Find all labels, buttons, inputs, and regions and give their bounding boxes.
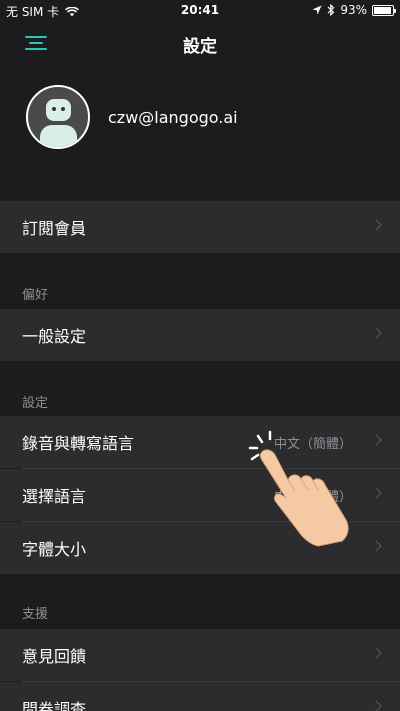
chevron-right-icon bbox=[370, 647, 382, 659]
robot-head-icon bbox=[46, 99, 71, 121]
choose-language-row[interactable]: 選擇語言 中文（簡體） bbox=[0, 469, 400, 521]
battery-level bbox=[374, 6, 391, 14]
record-language-label: 錄音與轉寫語言 bbox=[22, 434, 135, 453]
general-settings-row[interactable]: 一般設定 bbox=[0, 309, 400, 361]
subscription-label: 訂閱會員 bbox=[22, 219, 87, 238]
survey-row[interactable]: 問卷調查 bbox=[0, 682, 400, 711]
profile-email: czw@langogo.ai bbox=[108, 107, 238, 127]
battery-icon bbox=[372, 4, 396, 16]
page-title: 設定 bbox=[183, 37, 217, 57]
section-header-support: 支援 bbox=[22, 607, 49, 622]
font-size-label: 字體大小 bbox=[22, 540, 87, 559]
section-header-preferences: 偏好 bbox=[22, 288, 49, 303]
choose-language-value: 中文（簡體） bbox=[273, 489, 352, 505]
chevron-right-icon bbox=[370, 327, 382, 339]
location-arrow-icon bbox=[312, 5, 322, 15]
record-language-value: 中文（簡體） bbox=[273, 436, 352, 452]
survey-label: 問卷調查 bbox=[22, 700, 87, 711]
bluetooth-icon bbox=[327, 4, 335, 16]
font-size-row[interactable]: 字體大小 bbox=[0, 522, 400, 574]
chevron-right-icon bbox=[370, 219, 382, 231]
chevron-right-icon bbox=[370, 700, 382, 711]
battery-percent: 93% bbox=[340, 3, 367, 17]
nav-bar: 設定 bbox=[0, 20, 400, 66]
avatar[interactable] bbox=[26, 85, 90, 149]
section-header-settings: 設定 bbox=[22, 396, 49, 411]
record-language-row[interactable]: 錄音與轉寫語言 中文（簡體） bbox=[0, 416, 400, 468]
chevron-right-icon bbox=[370, 434, 382, 446]
avatar-body-icon bbox=[40, 125, 77, 147]
choose-language-label: 選擇語言 bbox=[22, 487, 87, 506]
chevron-right-icon bbox=[370, 540, 382, 552]
chevron-right-icon bbox=[370, 487, 382, 499]
feedback-row[interactable]: 意見回饋 bbox=[0, 629, 400, 681]
status-right: 93% bbox=[312, 3, 396, 17]
profile-section[interactable]: czw@langogo.ai bbox=[26, 84, 238, 150]
status-bar: 无 SIM 卡 20:41 93% bbox=[0, 0, 400, 20]
general-settings-label: 一般設定 bbox=[22, 327, 87, 346]
subscription-row[interactable]: 訂閱會員 bbox=[0, 201, 400, 253]
feedback-label: 意見回饋 bbox=[22, 647, 87, 666]
